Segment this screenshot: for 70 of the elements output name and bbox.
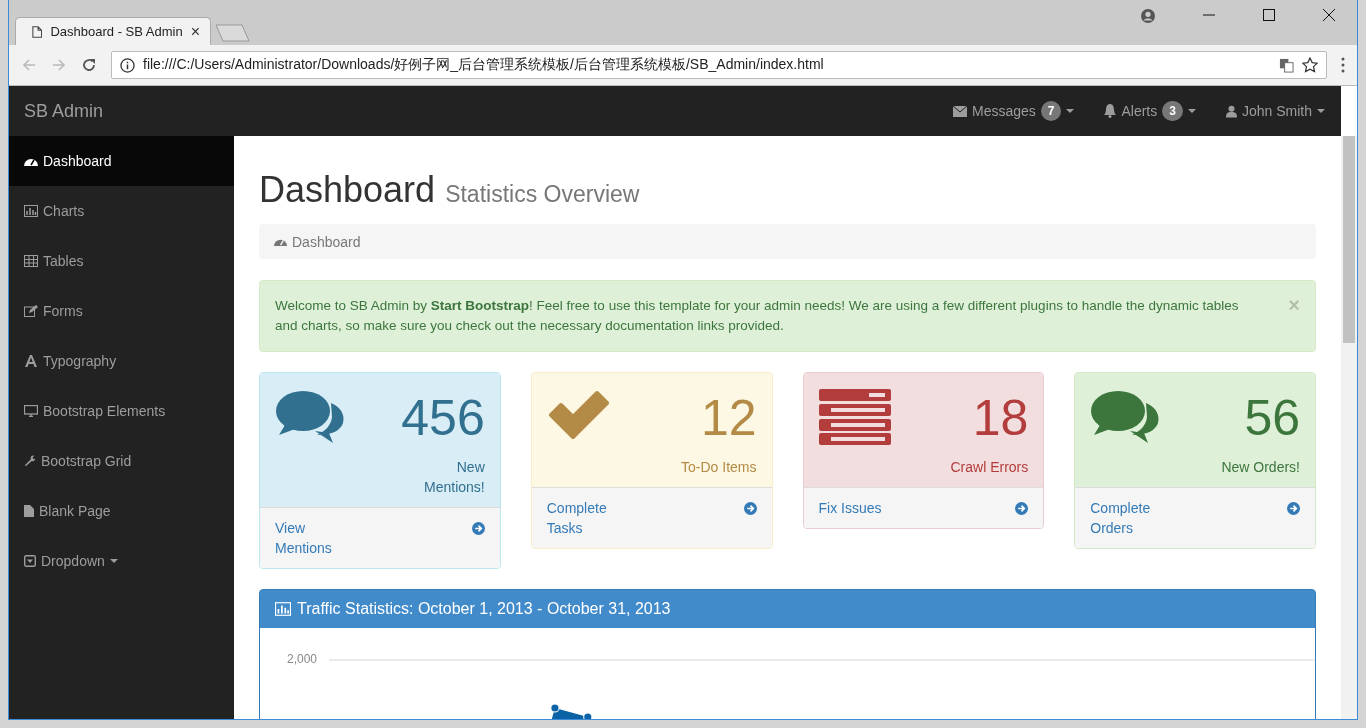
stat-count: 18 (971, 389, 1029, 448)
brand-link[interactable]: SB Admin (24, 100, 104, 122)
close-tab-button[interactable]: × (190, 22, 200, 41)
details-link[interactable]: Complete Tasks (531, 487, 772, 548)
sidebar-item[interactable]: Dropdown (9, 536, 234, 586)
list-icon (818, 389, 891, 445)
bar-chart-icon (24, 205, 38, 217)
dropdown-icon (24, 555, 36, 567)
sidebar-item[interactable]: Tables (9, 236, 234, 286)
details-link[interactable]: View Mentions (260, 507, 500, 568)
details-link[interactable]: Fix Issues (803, 487, 1044, 528)
info-icon (120, 57, 135, 73)
menu-icon[interactable] (1341, 57, 1345, 73)
breadcrumb-item: Dashboard (292, 233, 361, 250)
envelope-icon (952, 105, 967, 117)
caret-icon (1066, 109, 1075, 113)
sidebar-item[interactable]: Bootstrap Elements (9, 386, 234, 436)
stat-label: Crawl Errors (949, 458, 1029, 477)
panel-title: Traffic Statistics: October 1, 2013 - October 31, 2013 (297, 600, 671, 618)
file-icon (24, 505, 34, 517)
alert-message: Welcome to SB Admin by Start Bootstrap! Feel free to use this template for your admin needs! We are using a few different plugins to handle the dynamic tables and charts, so make sure you check out the necessary documentation links provided. (275, 297, 1240, 335)
stat-label: To-Do Items (680, 458, 757, 477)
page-subtitle: Statistics Overview (445, 181, 640, 207)
navbar-dropdown[interactable]: Alerts 3 (1104, 101, 1196, 121)
sidebar-item[interactable]: Typography (9, 336, 234, 386)
arrow-circle-icon (471, 522, 485, 535)
stat-label: New Mentions! (423, 458, 485, 497)
address-bar[interactable]: file:///C:/Users/Administrator/Downloads/好例子网_后台管理系统模板/后台管理系统模板/SB_Admin/index.html (111, 51, 1327, 79)
monitor-icon (24, 405, 38, 417)
translate-icon[interactable] (1279, 57, 1294, 73)
star-icon[interactable] (1302, 57, 1318, 73)
arrow-circle-icon (743, 502, 757, 515)
stat-count: 56 (1243, 389, 1300, 448)
stat-count: 456 (400, 389, 485, 448)
details-link[interactable]: Complete Orders (1075, 487, 1315, 548)
wrench-icon (24, 455, 36, 467)
sidebar-item[interactable]: Charts (9, 186, 234, 236)
table-icon (24, 255, 38, 267)
bell-icon (1104, 104, 1117, 118)
checkmark-icon (546, 389, 611, 439)
sidebar-item[interactable]: Forms (9, 286, 234, 336)
page-icon (32, 24, 43, 39)
stat-label: New Orders! (1220, 458, 1300, 477)
url-text: file:///C:/Users/Administrator/Downloads/好例子网_后台管理系统模板/后台管理系统模板/SB_Admin/index.html (143, 56, 824, 74)
caret-icon (1187, 109, 1196, 113)
reload-icon[interactable] (81, 57, 97, 73)
arrow-circle-icon (1287, 502, 1300, 515)
bar-chart-icon (275, 602, 291, 616)
font-icon (24, 355, 38, 367)
arrow-circle-icon (1015, 502, 1029, 515)
navbar-dropdown[interactable]: Messages 7 (952, 101, 1075, 121)
axis-tick-label: 2,000 (287, 652, 318, 666)
caret-icon (1317, 109, 1325, 113)
maximize-icon[interactable] (1263, 9, 1275, 21)
profile-icon[interactable] (1141, 9, 1155, 23)
browser-tab[interactable]: Dashboard - SB Admin × (15, 17, 211, 45)
count-badge: 3 (1162, 101, 1183, 121)
user-icon (1225, 104, 1237, 118)
data-point (550, 703, 560, 713)
navbar-dropdown[interactable]: John Smith (1225, 103, 1325, 119)
sidebar-item[interactable]: Bootstrap Grid (9, 436, 234, 486)
close-icon[interactable] (1323, 9, 1335, 21)
scrollbar[interactable] (1341, 136, 1357, 719)
page-title: Dashboard (259, 169, 436, 210)
sidebar-item[interactable]: Dashboard (9, 136, 234, 186)
sidebar-item[interactable]: Blank Page (9, 486, 234, 536)
tab-title: Dashboard - SB Admin (50, 24, 183, 39)
stat-count: 12 (699, 389, 757, 448)
edit-icon (24, 305, 38, 317)
count-badge: 7 (1040, 101, 1062, 121)
